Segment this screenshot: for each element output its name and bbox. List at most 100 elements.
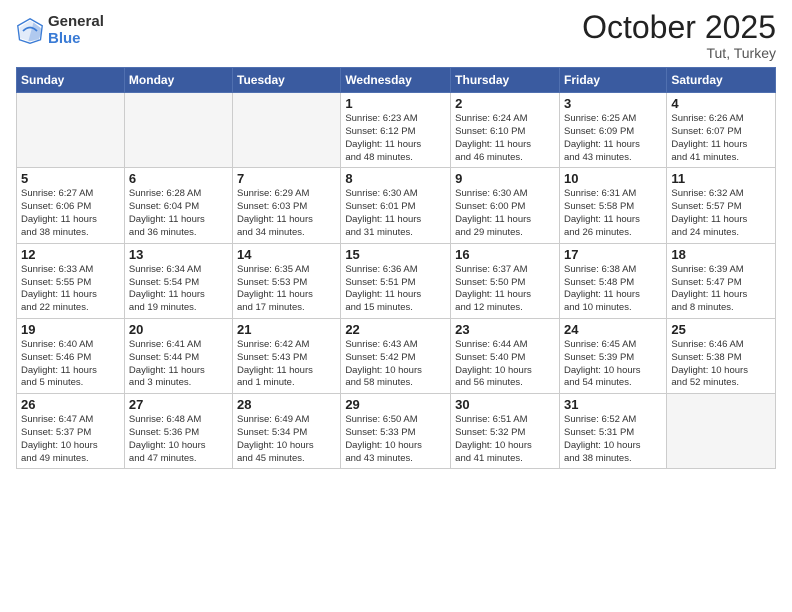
day-info-line: Sunrise: 6:23 AM <box>345 113 417 124</box>
title-block: October 2025 Tut, Turkey <box>582 10 776 61</box>
day-info-line: Daylight: 11 hours <box>237 289 313 300</box>
day-info: Sunrise: 6:24 AMSunset: 6:10 PMDaylight:… <box>455 113 555 164</box>
day-info-line: Daylight: 11 hours <box>237 365 313 376</box>
calendar-day-cell: 19Sunrise: 6:40 AMSunset: 5:46 PMDayligh… <box>17 318 125 393</box>
day-info-line: Sunrise: 6:26 AM <box>671 113 743 124</box>
day-number: 26 <box>21 397 120 412</box>
day-info-line: Sunrise: 6:48 AM <box>129 414 201 425</box>
day-info: Sunrise: 6:27 AMSunset: 6:06 PMDaylight:… <box>21 188 120 239</box>
calendar-week-row: 19Sunrise: 6:40 AMSunset: 5:46 PMDayligh… <box>17 318 776 393</box>
day-info-line: Sunset: 6:00 PM <box>455 201 525 212</box>
day-info-line: Sunrise: 6:44 AM <box>455 339 527 350</box>
day-info: Sunrise: 6:38 AMSunset: 5:48 PMDaylight:… <box>564 264 662 315</box>
day-info-line: Sunrise: 6:49 AM <box>237 414 309 425</box>
day-info: Sunrise: 6:45 AMSunset: 5:39 PMDaylight:… <box>564 339 662 390</box>
day-number: 18 <box>671 247 771 262</box>
day-info-line: Sunrise: 6:30 AM <box>345 188 417 199</box>
day-info-line: and 41 minutes. <box>455 453 523 464</box>
page-container: General Blue October 2025 Tut, Turkey Su… <box>0 0 792 479</box>
calendar-week-row: 12Sunrise: 6:33 AMSunset: 5:55 PMDayligh… <box>17 243 776 318</box>
day-info-line: and 47 minutes. <box>129 453 197 464</box>
calendar-day-cell <box>233 93 341 168</box>
day-info-line: Sunset: 5:54 PM <box>129 277 199 288</box>
day-info-line: and 58 minutes. <box>345 377 413 388</box>
day-number: 2 <box>455 96 555 111</box>
calendar-day-cell: 30Sunrise: 6:51 AMSunset: 5:32 PMDayligh… <box>451 394 560 469</box>
day-info-line: and 52 minutes. <box>671 377 739 388</box>
day-number: 19 <box>21 322 120 337</box>
day-number: 12 <box>21 247 120 262</box>
day-info-line: Sunset: 5:51 PM <box>345 277 415 288</box>
col-sunday: Sunday <box>17 68 125 93</box>
calendar-week-row: 26 Sunrise: 6:47 AMSunset: 5:37 PMDayligh… <box>17 394 776 469</box>
day-info: Sunrise: 6:36 AMSunset: 5:51 PMDaylight:… <box>345 264 446 315</box>
day-info-line: Sunrise: 6:43 AM <box>345 339 417 350</box>
day-info-line: Daylight: 10 hours <box>237 440 314 451</box>
day-info-line: Sunset: 6:07 PM <box>671 126 741 137</box>
day-info-line: Sunrise: 6:45 AM <box>564 339 636 350</box>
col-tuesday: Tuesday <box>233 68 341 93</box>
day-info-line: Sunrise: 6:39 AM <box>671 264 743 275</box>
location-subtitle: Tut, Turkey <box>582 45 776 61</box>
day-number: 5 <box>21 171 120 186</box>
day-info-line: and 26 minutes. <box>564 227 632 238</box>
header: General Blue October 2025 Tut, Turkey <box>16 10 776 61</box>
day-info: Sunrise: 6:32 AMSunset: 5:57 PMDaylight:… <box>671 188 771 239</box>
day-info-line: and 36 minutes. <box>129 227 197 238</box>
day-info-line: Daylight: 10 hours <box>455 440 532 451</box>
day-info-line: Sunset: 5:43 PM <box>237 352 307 363</box>
day-info: Sunrise: 6:25 AMSunset: 6:09 PMDaylight:… <box>564 113 662 164</box>
day-info-line: Sunrise: 6:51 AM <box>455 414 527 425</box>
day-number: 13 <box>129 247 228 262</box>
day-info-line: Sunset: 5:55 PM <box>21 277 91 288</box>
day-info: Sunrise: 6:46 AMSunset: 5:38 PMDaylight:… <box>671 339 771 390</box>
day-info-line: Daylight: 11 hours <box>671 139 747 150</box>
day-info: Sunrise: 6:47 AMSunset: 5:37 PMDaylight:… <box>21 414 120 465</box>
day-info-line: Sunset: 5:32 PM <box>455 427 525 438</box>
day-number: 31 <box>564 397 662 412</box>
calendar-day-cell: 21Sunrise: 6:42 AMSunset: 5:43 PMDayligh… <box>233 318 341 393</box>
day-number: 29 <box>345 397 446 412</box>
calendar-week-row: 1Sunrise: 6:23 AMSunset: 6:12 PMDaylight… <box>17 93 776 168</box>
day-info-line: and 15 minutes. <box>345 302 413 313</box>
calendar-day-cell: 25Sunrise: 6:46 AMSunset: 5:38 PMDayligh… <box>667 318 776 393</box>
day-info-line: Daylight: 10 hours <box>564 440 641 451</box>
day-number: 17 <box>564 247 662 262</box>
day-info-line: Sunrise: 6:29 AM <box>237 188 309 199</box>
day-info-line: Sunset: 6:10 PM <box>455 126 525 137</box>
day-info-line: and 41 minutes. <box>671 152 739 163</box>
day-info: Sunrise: 6:50 AMSunset: 5:33 PMDaylight:… <box>345 414 446 465</box>
col-wednesday: Wednesday <box>341 68 451 93</box>
calendar-day-cell: 1Sunrise: 6:23 AMSunset: 6:12 PMDaylight… <box>341 93 451 168</box>
day-info-line: Sunrise: 6:33 AM <box>21 264 93 275</box>
day-info-line: Sunset: 5:42 PM <box>345 352 415 363</box>
day-info-line: Sunset: 5:47 PM <box>671 277 741 288</box>
day-info-line: and 31 minutes. <box>345 227 413 238</box>
col-thursday: Thursday <box>451 68 560 93</box>
day-info-line: Daylight: 11 hours <box>129 289 205 300</box>
col-monday: Monday <box>124 68 232 93</box>
day-info-line: Daylight: 11 hours <box>564 214 640 225</box>
day-info: Sunrise: 6:35 AMSunset: 5:53 PMDaylight:… <box>237 264 336 315</box>
day-info-line: Sunset: 6:12 PM <box>345 126 415 137</box>
calendar-day-cell: 2 Sunrise: 6:24 AMSunset: 6:10 PMDaylight… <box>451 93 560 168</box>
day-info-line: Daylight: 11 hours <box>21 289 97 300</box>
calendar-day-cell: 31 Sunrise: 6:52 AMSunset: 5:31 PMDayligh… <box>559 394 666 469</box>
calendar-day-cell: 28Sunrise: 6:49 AMSunset: 5:34 PMDayligh… <box>233 394 341 469</box>
day-info-line: Sunrise: 6:47 AM <box>21 414 93 425</box>
logo-icon <box>16 17 44 45</box>
day-info-line: Daylight: 11 hours <box>671 289 747 300</box>
day-info-line: and 8 minutes. <box>671 302 733 313</box>
day-info: Sunrise: 6:51 AM Sunset: 5:32 PM Daylight:… <box>455 414 555 465</box>
day-info-line: and 19 minutes. <box>129 302 197 313</box>
calendar-day-cell <box>667 394 776 469</box>
day-info: Sunrise: 6:52 AMSunset: 5:31 PMDaylight:… <box>564 414 662 465</box>
day-info-line: Sunrise: 6:32 AM <box>671 188 743 199</box>
day-info-line: Daylight: 11 hours <box>129 214 205 225</box>
day-info-line: Daylight: 11 hours <box>671 214 747 225</box>
day-info: Sunrise: 6:34 AMSunset: 5:54 PMDaylight:… <box>129 264 228 315</box>
day-number: 23 <box>455 322 555 337</box>
day-info-line: Sunrise: 6:25 AM <box>564 113 636 124</box>
day-number: 6 <box>129 171 228 186</box>
day-info-line: and 48 minutes. <box>345 152 413 163</box>
